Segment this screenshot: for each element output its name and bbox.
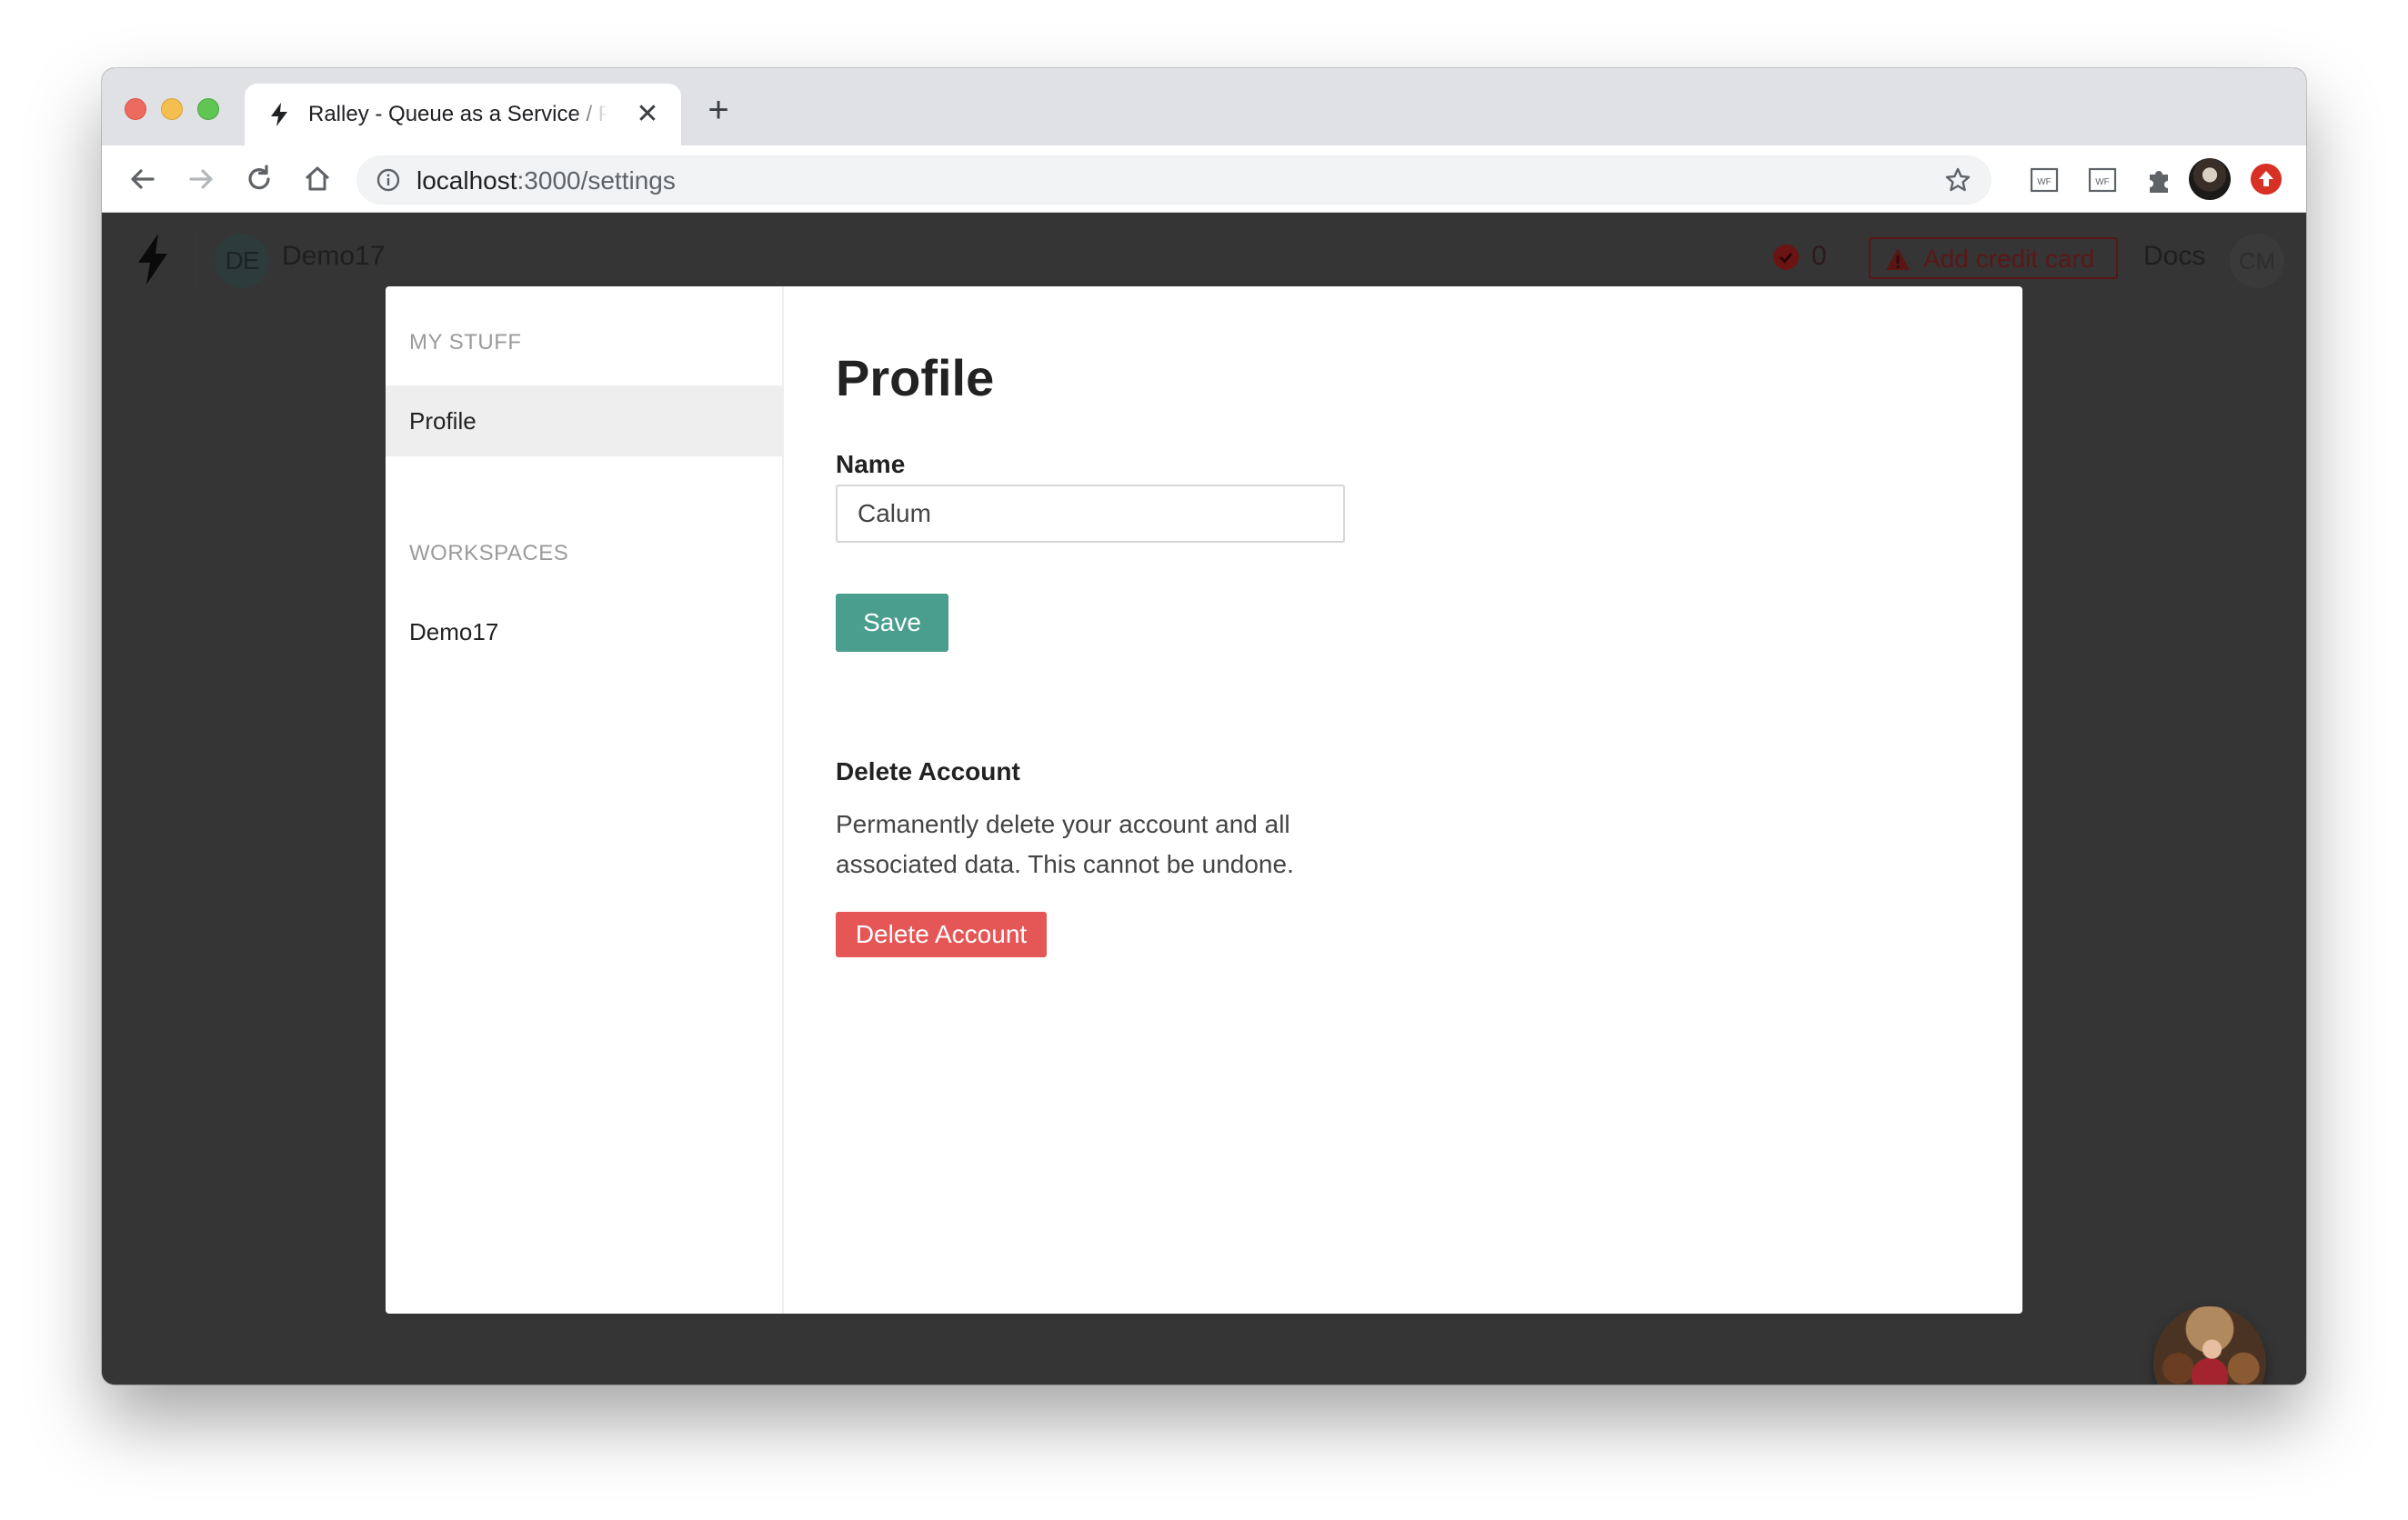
back-arrow-icon[interactable] — [125, 162, 160, 196]
tab-title: Ralley - Queue as a Service / P — [308, 102, 608, 126]
error-count[interactable]: 0 — [1811, 241, 1827, 272]
delete-account-heading: Delete Account — [836, 757, 1020, 785]
wf-extension-icon-2[interactable]: WF — [2086, 164, 2119, 196]
support-chat-avatar[interactable] — [2153, 1306, 2266, 1385]
tab-close-icon[interactable]: ✕ — [634, 101, 661, 128]
update-arrow-icon[interactable] — [2251, 164, 2282, 195]
my-stuff-heading: MY STUFF — [409, 330, 522, 355]
home-icon[interactable] — [300, 162, 335, 196]
forward-arrow-icon[interactable] — [184, 162, 218, 196]
settings-modal: MY STUFF Profile WORKSPACES Demo17 Profi… — [386, 286, 2022, 1314]
new-tab-button[interactable]: + — [702, 92, 735, 128]
sidebar-item-label: Demo17 — [409, 618, 499, 645]
chrome-profile-avatar[interactable] — [2189, 158, 2231, 200]
sidebar-item-profile[interactable]: Profile — [386, 385, 784, 456]
warning-triangle-icon — [1886, 248, 1910, 270]
add-credit-card-label: Add credit card — [1923, 245, 2095, 273]
delete-account-button[interactable]: Delete Account — [836, 912, 1047, 957]
name-input[interactable] — [836, 485, 1345, 543]
extensions-puzzle-icon[interactable] — [2142, 164, 2175, 196]
address-bar[interactable]: localhost:3000/settings — [356, 155, 1992, 205]
sidebar-item-label: Profile — [409, 407, 477, 435]
workspace-avatar[interactable]: DE — [215, 234, 269, 288]
url-path: :3000/settings — [517, 166, 676, 195]
add-credit-card-button[interactable]: Add credit card — [1869, 237, 2118, 279]
name-label: Name — [836, 450, 906, 478]
url-host: localhost — [416, 166, 517, 195]
save-button[interactable]: Save — [836, 594, 948, 652]
info-icon[interactable] — [376, 168, 400, 192]
reload-icon[interactable] — [242, 162, 276, 196]
workspaces-heading: WORKSPACES — [409, 541, 569, 565]
lightning-bolt-icon — [271, 103, 287, 126]
close-window-button[interactable] — [125, 98, 146, 120]
workspace-name[interactable]: Demo17 — [282, 241, 385, 272]
browser-toolbar: localhost:3000/settings WF WF — [102, 145, 2306, 213]
wf-extension-label: WF — [2037, 177, 2052, 187]
delete-account-description: Permanently delete your account and all … — [836, 810, 1294, 878]
wf-extension-icon[interactable]: WF — [2028, 164, 2061, 196]
tab-strip: Ralley - Queue as a Service / P ✕ + — [102, 68, 2306, 145]
lightning-bolt-logo-icon[interactable] — [133, 232, 173, 286]
settings-sidebar: MY STUFF Profile WORKSPACES Demo17 — [386, 286, 784, 1314]
user-avatar[interactable]: CM — [2230, 234, 2284, 288]
error-check-icon[interactable] — [1773, 245, 1799, 270]
app-viewport: DE Demo17 0 Add credit card Docs CM MY S… — [102, 214, 2306, 1385]
url-text: localhost:3000/settings — [416, 166, 676, 195]
wf-extension-label-2: WF — [2095, 177, 2110, 187]
maximize-window-button[interactable] — [197, 98, 219, 120]
page-title: Profile — [836, 349, 995, 406]
bookmark-star-icon[interactable] — [1944, 166, 1972, 194]
profile-content: Profile Name Save Delete Account Permane… — [784, 286, 2022, 1314]
browser-window: Ralley - Queue as a Service / P ✕ + loca… — [102, 68, 2306, 1385]
sidebar-item-workspace[interactable]: Demo17 — [386, 596, 784, 667]
browser-tab-active[interactable]: Ralley - Queue as a Service / P ✕ — [245, 84, 681, 145]
minimize-window-button[interactable] — [161, 98, 183, 120]
docs-link[interactable]: Docs — [2143, 241, 2205, 272]
